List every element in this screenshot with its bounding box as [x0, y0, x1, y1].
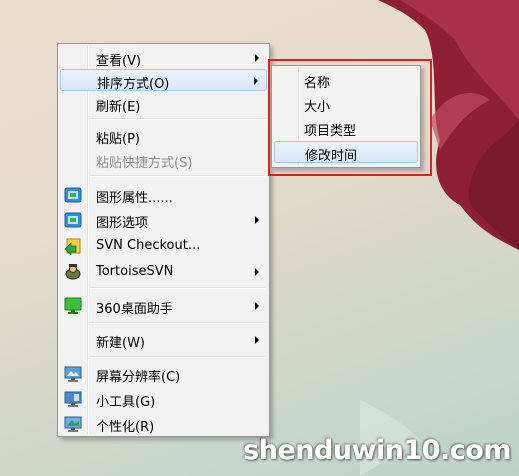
menu-item-label: 个性化(R) — [96, 420, 155, 435]
svn-checkout-icon — [64, 238, 81, 255]
menu-item-refresh[interactable]: 刷新(E) — [60, 93, 267, 115]
menu-item-label: 刷新(E) — [96, 100, 141, 115]
360-desktop-icon — [64, 297, 82, 314]
menu-item-view[interactable]: 查看(V) — [60, 47, 267, 69]
menu-item-gadgets[interactable]: 小工具(G) — [60, 388, 267, 410]
menu-item-paste-shortcut: 粘贴快捷方式(S) — [60, 149, 267, 171]
menu-item-label: 屏幕分辨率(C) — [96, 370, 181, 385]
menu-item-label: 新建(W) — [96, 336, 145, 351]
menu-item-label: TortoiseSVN — [96, 264, 174, 279]
menu-separator — [90, 175, 265, 177]
submenu-arrow-icon — [255, 336, 259, 344]
submenu-arrow-icon — [255, 268, 259, 276]
menu-item-paste[interactable]: 粘贴(P) — [60, 125, 267, 147]
menu-item-screen-resolution[interactable]: 屏幕分辨率(C) — [60, 363, 267, 385]
menu-item-personalize[interactable]: 个性化(R) — [60, 413, 267, 435]
menu-separator — [90, 356, 265, 358]
menu-item-new[interactable]: 新建(W) — [60, 329, 267, 351]
watermark-text: shenduwin10.com — [243, 435, 511, 466]
personalize-icon — [64, 416, 82, 432]
menu-item-label: 360桌面助手 — [96, 302, 173, 317]
graphics-options-icon — [64, 212, 82, 228]
menu-item-graphics-options[interactable]: 图形选项 — [60, 209, 267, 231]
desktop-background[interactable]: 查看(V) 排序方式(O) 刷新(E) 粘贴(P) 粘贴快捷方式(S) 图形属性… — [0, 0, 519, 476]
submenu-arrow-icon — [254, 77, 258, 85]
menu-item-360-desktop[interactable]: 360桌面助手 — [60, 295, 267, 317]
menu-item-label: 小工具(G) — [96, 395, 156, 410]
screen-resolution-icon — [64, 366, 82, 382]
menu-item-label: 粘贴(P) — [96, 132, 140, 147]
menu-item-label: 图形属性...... — [96, 191, 173, 206]
submenu-arrow-icon — [255, 302, 259, 310]
menu-item-svn-checkout[interactable]: SVN Checkout... — [60, 235, 267, 257]
annotation-highlight-box — [268, 59, 432, 176]
tortoisesvn-icon — [65, 264, 81, 280]
menu-item-sort-by[interactable]: 排序方式(O) — [60, 69, 267, 92]
submenu-arrow-icon — [255, 54, 259, 62]
submenu-arrow-icon — [255, 216, 259, 224]
desktop-context-menu: 查看(V) 排序方式(O) 刷新(E) 粘贴(P) 粘贴快捷方式(S) 图形属性… — [57, 43, 270, 437]
menu-separator — [90, 287, 265, 289]
graphics-properties-icon — [64, 187, 82, 203]
menu-item-label: 粘贴快捷方式(S) — [96, 156, 193, 171]
menu-item-graphics-properties[interactable]: 图形属性...... — [60, 184, 267, 206]
gadgets-icon — [64, 391, 82, 407]
menu-separator — [90, 322, 265, 324]
menu-item-tortoisesvn[interactable]: TortoiseSVN — [60, 261, 267, 283]
menu-item-label: 图形选项 — [96, 216, 149, 231]
menu-item-label: 排序方式(O) — [97, 77, 170, 92]
menu-separator — [90, 118, 265, 120]
menu-item-label: 查看(V) — [96, 54, 142, 69]
menu-item-label: SVN Checkout... — [96, 238, 201, 253]
